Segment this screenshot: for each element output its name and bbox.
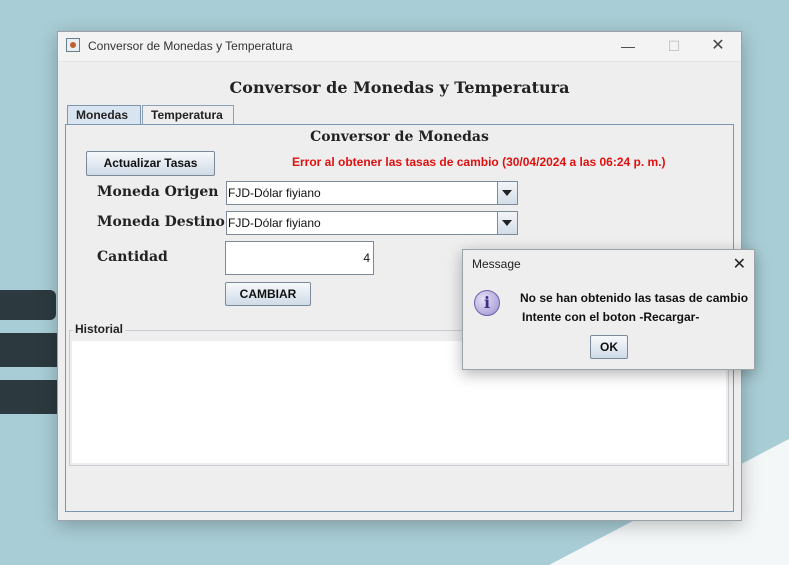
java-app-icon (66, 38, 80, 52)
history-label: Historial (73, 322, 126, 336)
destination-currency-value: FJD-Dólar fiyiano (228, 216, 321, 230)
info-icon: i (474, 290, 500, 316)
dialog-body: i No se han obtenido las tasas de cambio… (463, 279, 754, 369)
amount-input[interactable]: 4 (225, 241, 374, 275)
minimize-button[interactable]: — (613, 36, 643, 56)
dialog-message-line2: Intente con el boton -Recargar- (522, 310, 700, 324)
close-icon[interactable]: ✕ (733, 254, 746, 274)
panel-title: Conversor de Monedas (310, 129, 489, 145)
convert-button[interactable]: CAMBIAR (225, 282, 311, 306)
dialog-title: Message (472, 257, 521, 271)
error-message: Error al obtener las tasas de cambio (30… (292, 155, 666, 169)
ok-button[interactable]: OK (590, 335, 628, 359)
origin-currency-value: FJD-Dólar fiyiano (228, 186, 321, 200)
update-rates-button[interactable]: Actualizar Tasas (86, 151, 215, 176)
desktop-background-bar (0, 290, 56, 320)
dialog-message-line1: No se han obtenido las tasas de cambio (520, 291, 749, 305)
amount-label: Cantidad (97, 249, 168, 265)
desktop-background-bar (0, 380, 62, 414)
close-button[interactable]: ✕ (703, 36, 733, 56)
chevron-down-icon[interactable] (497, 212, 517, 234)
origin-label: Moneda Origen (97, 184, 219, 200)
window-titlebar[interactable]: Conversor de Monedas y Temperatura — ☐ ✕ (58, 32, 741, 62)
tab-monedas[interactable]: Monedas (67, 105, 141, 124)
tab-temperatura[interactable]: Temperatura (142, 105, 234, 124)
message-dialog: Message ✕ i No se han obtenido las tasas… (462, 249, 755, 370)
origin-currency-select[interactable]: FJD-Dólar fiyiano (226, 181, 518, 205)
maximize-button[interactable]: ☐ (659, 36, 689, 56)
chevron-down-icon[interactable] (497, 182, 517, 204)
window-title: Conversor de Monedas y Temperatura (88, 39, 293, 53)
destination-currency-select[interactable]: FJD-Dólar fiyiano (226, 211, 518, 235)
app-heading: Conversor de Monedas y Temperatura (229, 78, 570, 97)
destination-label: Moneda Destino (97, 214, 225, 230)
desktop-background-bar (0, 333, 62, 367)
